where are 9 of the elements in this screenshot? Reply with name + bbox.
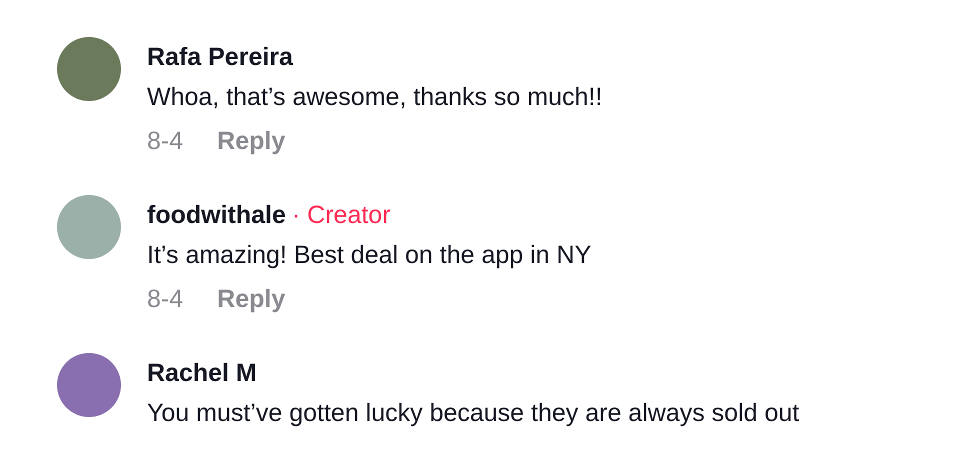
- creator-label: · Creator: [292, 200, 391, 231]
- author-name[interactable]: foodwithale: [147, 195, 286, 235]
- comment-text: Whoa, that’s awesome, thanks so much!!: [147, 82, 602, 113]
- comment-date: 8-4: [147, 284, 184, 315]
- comment-text: You must’ve gotten lucky because they are always sold out: [147, 398, 800, 429]
- comment-text: It’s amazing! Best deal on the app in NY: [147, 240, 592, 271]
- comment-date: 8-4: [147, 126, 184, 157]
- author-name[interactable]: Rachel M: [147, 353, 257, 393]
- author-name[interactable]: Rafa Pereira: [147, 37, 293, 77]
